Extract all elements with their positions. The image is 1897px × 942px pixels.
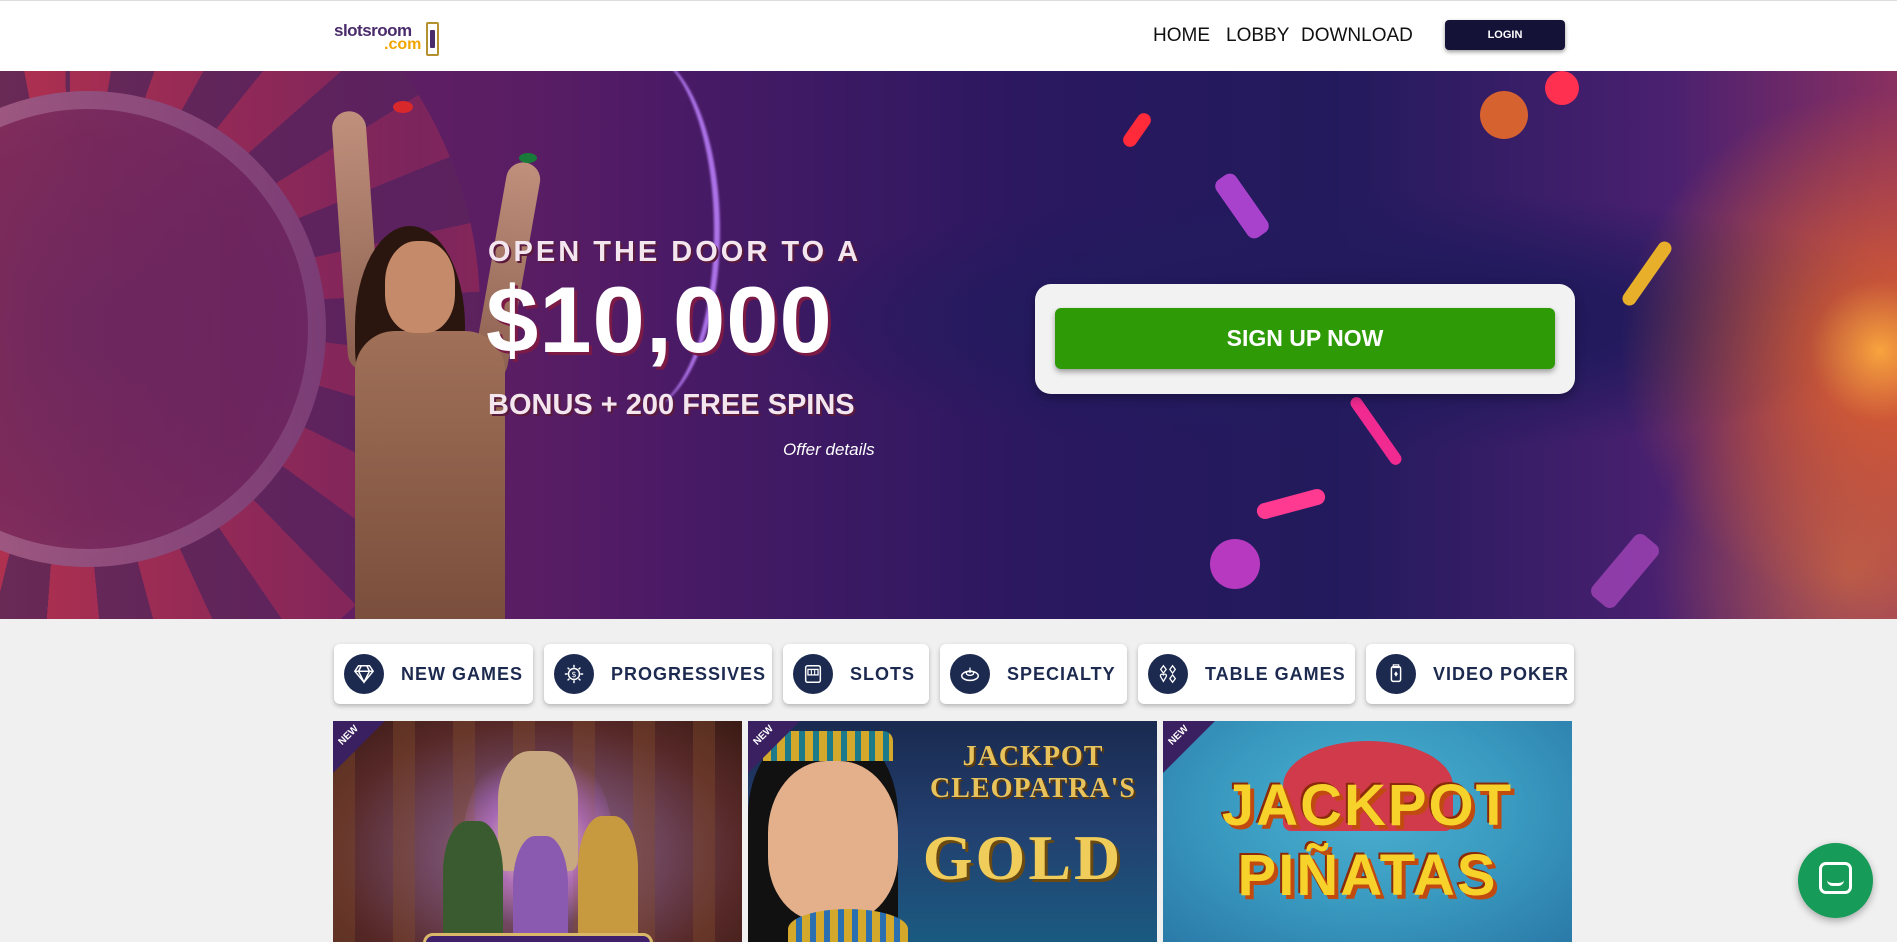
confetti (1210, 539, 1260, 589)
category-label: PROGRESSIVES (611, 664, 767, 684)
promo-bonus: BONUS + 200 FREE SPINS (488, 389, 855, 421)
category-label: SPECIALTY (1007, 664, 1116, 684)
site-header: slotsroom .com HOME LOBBY DOWNLOAD LOGIN (0, 0, 1897, 71)
offer-details-link[interactable]: Offer details (783, 440, 875, 460)
game-title: JACKPOT PIÑATAS (1221, 773, 1514, 908)
promo-amount: $10,000 (486, 267, 833, 372)
game-tile[interactable]: JACKPOT PIÑATAS NEW (1163, 721, 1572, 942)
confetti (1212, 170, 1272, 242)
login-button[interactable]: LOGIN (1445, 20, 1565, 50)
category-table-games[interactable]: TABLE GAMES (1138, 644, 1355, 704)
game-character (513, 836, 568, 942)
game-character (578, 816, 638, 942)
game-character (443, 821, 503, 942)
game-title: JACKPOT CLEOPATRA'S (930, 741, 1136, 804)
category-slots[interactable]: SLOTS (783, 644, 929, 704)
confetti (1348, 394, 1404, 468)
sign-up-button[interactable]: SIGN UP NOW (1055, 308, 1555, 369)
confetti (1619, 238, 1675, 309)
category-specialty[interactable]: SPECIALTY (940, 644, 1127, 704)
door-icon (426, 22, 439, 56)
diamond-icon (344, 654, 384, 694)
specialty-icon (950, 654, 990, 694)
slotsroom-logo[interactable]: slotsroom .com (334, 21, 444, 57)
confetti (1587, 530, 1663, 612)
svg-text:$: $ (571, 669, 576, 679)
category-label: NEW GAMES (401, 664, 524, 684)
category-label: TABLE GAMES (1205, 664, 1346, 684)
confetti (1255, 487, 1327, 521)
card-suits-icon (1148, 654, 1188, 694)
confetti (1545, 71, 1579, 105)
nav-home[interactable]: HOME (1153, 25, 1210, 47)
category-video-poker[interactable]: VIDEO POKER (1366, 644, 1574, 704)
nav-download[interactable]: DOWNLOAD (1301, 25, 1413, 47)
casino-chip-icon (519, 153, 537, 163)
logo-domain: .com (384, 36, 422, 53)
game-tile[interactable]: JACKPOT CLEOPATRA'S GOLD NEW (748, 721, 1157, 942)
chat-icon (1819, 862, 1852, 894)
game-tile[interactable]: NEW (333, 721, 742, 942)
chat-button[interactable] (1798, 843, 1873, 918)
signup-card: SIGN UP NOW (1035, 284, 1575, 394)
hero-banner: OPEN THE DOOR TO A $10,000 BONUS + 200 F… (0, 71, 1897, 619)
cleopatra-image (768, 761, 898, 921)
category-label: VIDEO POKER (1433, 664, 1570, 684)
category-new-games[interactable]: NEW GAMES (334, 644, 533, 704)
category-progressives[interactable]: $ PROGRESSIVES (544, 644, 772, 704)
casino-chip-icon (393, 101, 413, 113)
slot-machine-icon (793, 654, 833, 694)
confetti (1120, 110, 1154, 150)
promo-headline: OPEN THE DOOR TO A (488, 236, 862, 268)
category-label: SLOTS (850, 664, 916, 684)
confetti (1480, 91, 1528, 139)
nav-lobby[interactable]: LOBBY (1226, 25, 1289, 47)
game-title-main: GOLD (922, 822, 1124, 893)
video-poker-icon (1376, 654, 1416, 694)
progressive-icon: $ (554, 654, 594, 694)
